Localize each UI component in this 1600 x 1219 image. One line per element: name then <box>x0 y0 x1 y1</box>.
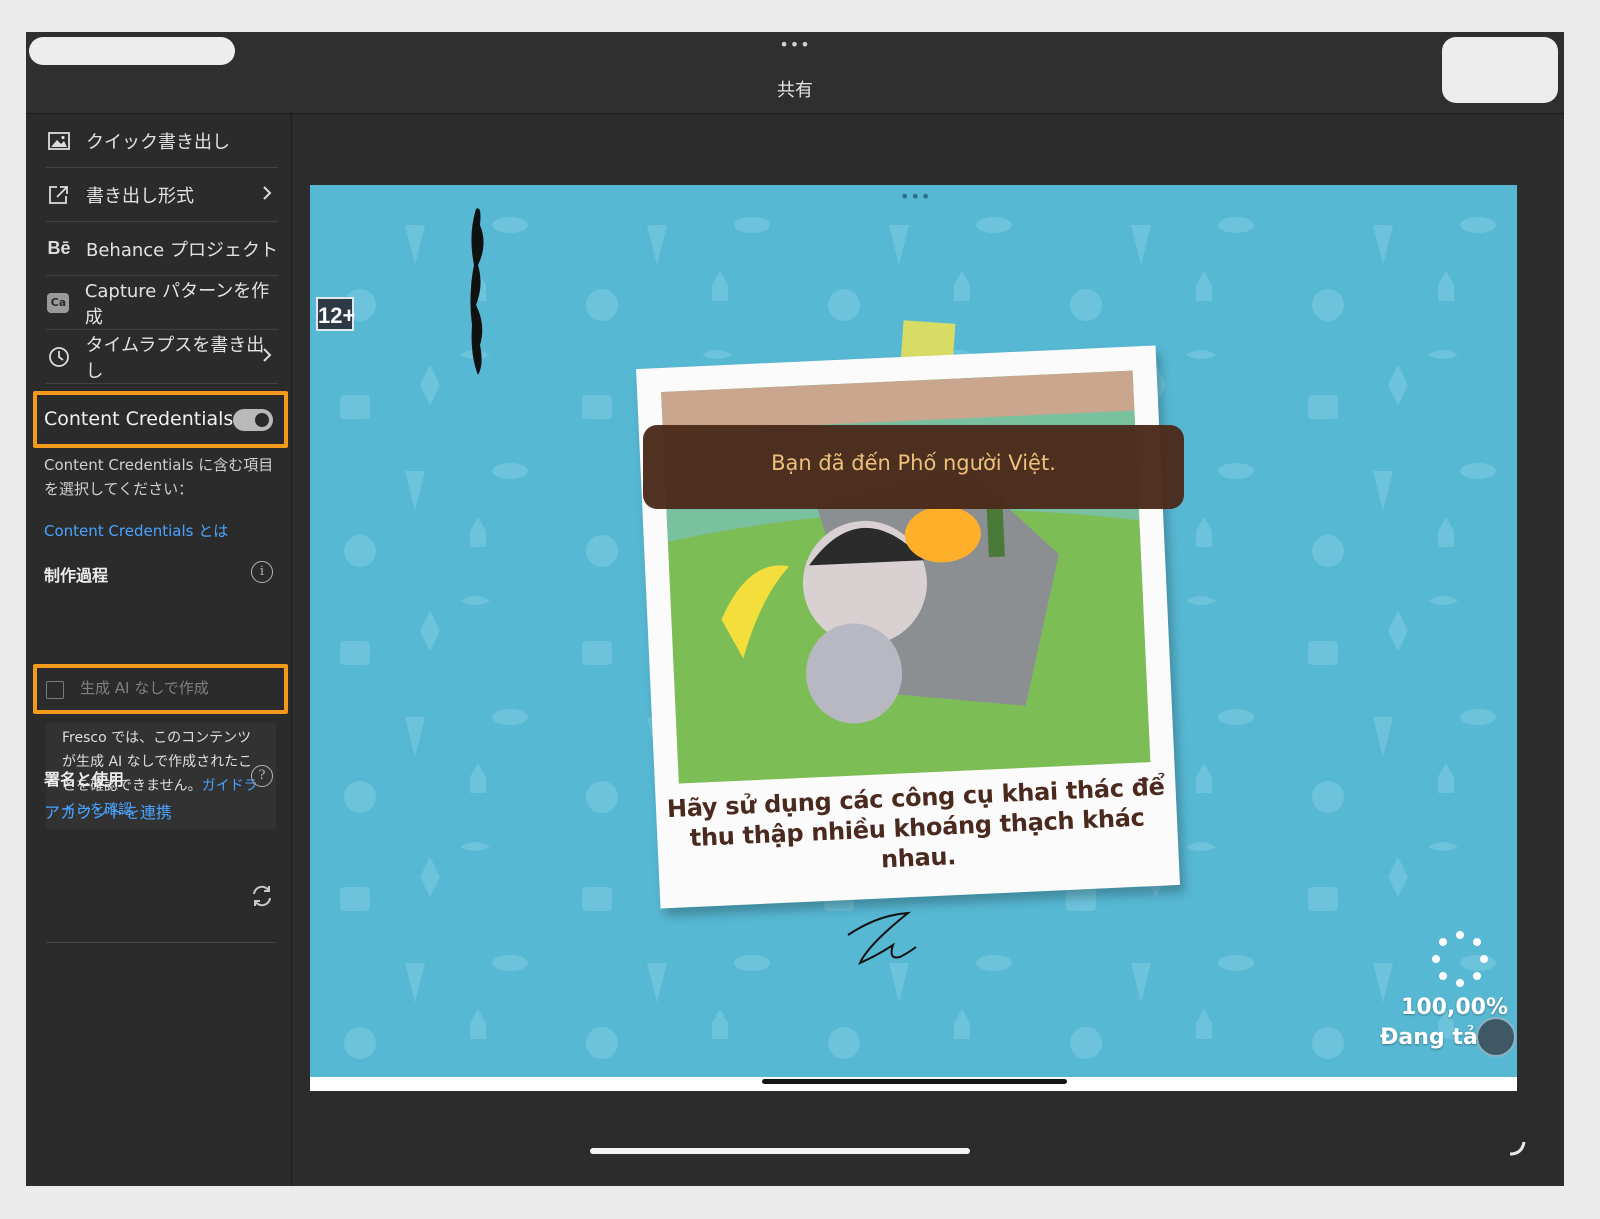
menu-item-label: クイック書き出し <box>86 131 230 153</box>
preview-area: ••• 12+ Hãy sử dụng các công cụ khai thá… <box>293 115 1564 1186</box>
resize-corner-icon[interactable] <box>1506 1136 1528 1158</box>
connect-account-link[interactable]: アカウントを連携 <box>44 801 276 825</box>
production-section-title: 制作過程 <box>44 566 109 585</box>
redacted-pill-left <box>29 37 235 65</box>
image-icon <box>46 131 72 150</box>
chevron-right-icon <box>262 185 272 206</box>
banner-text: Bạn đã đến Phố người Việt. <box>771 451 1056 475</box>
chevron-right-icon <box>262 347 272 368</box>
help-icon[interactable]: ? <box>251 765 273 787</box>
artwork-preview: ••• 12+ Hãy sử dụng các công cụ khai thá… <box>310 185 1517 1091</box>
signature-scribble <box>847 911 917 965</box>
menu-item-label: Behance プロジェクト <box>86 239 278 261</box>
menu-item-export-format[interactable]: 書き出し形式 <box>46 168 278 222</box>
menu-item-quick-export[interactable]: クイック書き出し <box>46 114 278 168</box>
menu-item-behance[interactable]: Bē Behance プロジェクト <box>46 222 278 276</box>
inner-home-indicator <box>762 1079 1067 1084</box>
location-banner: Bạn đã đến Phố người Việt. <box>643 425 1184 509</box>
panel-title: 共有 <box>777 80 813 101</box>
age-rating-badge: 12+ <box>316 297 355 331</box>
artwork-options-icon[interactable]: ••• <box>900 187 931 206</box>
black-brush-stroke <box>470 208 484 375</box>
menu-item-timelapse[interactable]: タイムラプスを書き出し <box>46 330 278 384</box>
export-icon <box>46 185 72 205</box>
menu-item-label: タイムラプスを書き出し <box>85 334 265 382</box>
top-bar: ••• 共有 <box>26 32 1564 114</box>
clock-icon <box>46 346 71 368</box>
home-indicator[interactable] <box>590 1148 970 1154</box>
content-credentials-toggle[interactable] <box>233 409 273 431</box>
no-ai-checkbox[interactable] <box>46 681 64 699</box>
loading-spinner-icon <box>1432 931 1488 987</box>
content-credentials-description: Content Credentials に含む項目を選択してください： <box>44 456 274 498</box>
redacted-pill-right <box>1442 37 1558 103</box>
app-window: ••• 共有 クイック書き出し 書き出し形式 Bē Behance プロジェクト <box>26 32 1564 1186</box>
about-content-credentials-link[interactable]: Content Credentials とは <box>44 519 276 543</box>
menu-item-label: Capture パターンを作成 <box>84 280 270 328</box>
minimap-button[interactable] <box>1476 1017 1516 1057</box>
menu-item-label: 書き出し形式 <box>86 185 194 207</box>
divider <box>46 942 276 943</box>
capture-icon: Ca <box>46 292 71 313</box>
behance-icon: Bē <box>47 238 71 258</box>
progress-percentage: 100,00% <box>1401 995 1508 1020</box>
signing-section-title: 署名と使用 <box>44 770 125 789</box>
more-options-icon[interactable]: ••• <box>770 37 820 53</box>
no-ai-checkbox-label: 生成 AI なしで作成 <box>80 679 209 697</box>
photo-caption: Hãy sử dụng các công cụ khai thác để thu… <box>666 772 1166 874</box>
share-sidebar: クイック書き出し 書き出し形式 Bē Behance プロジェクト Ca Cap… <box>26 114 292 1186</box>
info-icon[interactable]: i <box>251 561 273 583</box>
content-credentials-label: Content Credentials <box>44 408 234 430</box>
menu-item-capture[interactable]: Ca Capture パターンを作成 <box>46 276 278 330</box>
refresh-icon[interactable] <box>250 884 274 908</box>
